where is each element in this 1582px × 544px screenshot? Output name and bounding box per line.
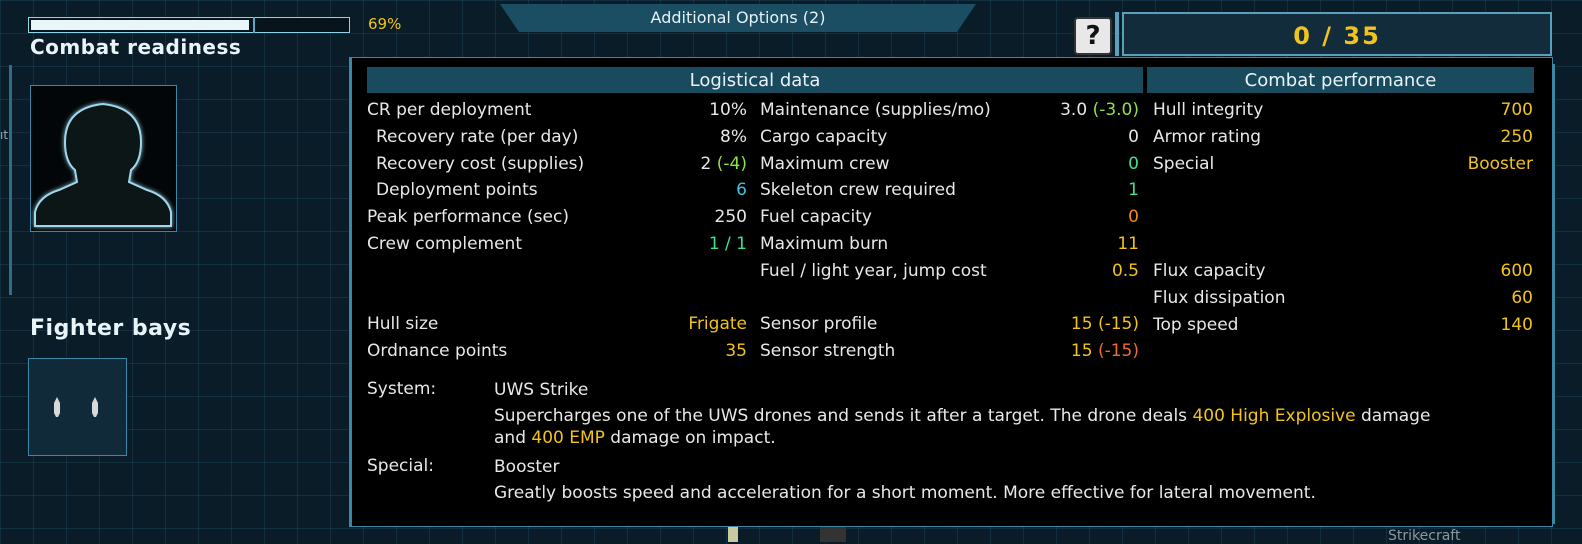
stat-value-main: 1 / 1 <box>708 234 747 254</box>
stat-value: 0 <box>760 153 1139 175</box>
stat-value-main: 15 <box>1070 340 1093 361</box>
system-desc-highlight: 400 EMP <box>531 428 605 448</box>
stat-value: 35 <box>367 340 747 362</box>
system-name: UWS Strike <box>494 380 589 400</box>
additional-options-count: (2) <box>802 8 826 27</box>
stat-value: 250 <box>367 206 747 228</box>
background-element <box>728 527 738 542</box>
panel-right-edge <box>1552 64 1555 524</box>
stat-value-main: 250 <box>1500 126 1533 147</box>
stat-value-main: 140 <box>1500 314 1533 335</box>
combat-readiness-fill <box>31 20 249 30</box>
combat-readiness-bar <box>28 17 350 33</box>
ordnance-counter: 0 / 35 <box>1122 12 1552 56</box>
stat-value: 0 <box>760 126 1139 148</box>
stat-value: 11 <box>760 233 1139 255</box>
edge-text: ıt <box>0 128 9 142</box>
silhouette-icon <box>34 102 172 227</box>
stat-value: 3.0 (-3.0) <box>760 99 1139 121</box>
stat-value-main: 60 <box>1511 287 1533 308</box>
system-desc-text: damage on impact. <box>604 428 776 448</box>
combat-readiness-marker <box>253 17 255 33</box>
stat-value: 2 (-4) <box>367 153 747 175</box>
stat-value-main: 3.0 <box>1060 100 1088 120</box>
system-description-line2: and 400 EMP damage on impact. <box>494 427 776 449</box>
system-desc-text: Supercharges one of the UWS drones and s… <box>494 406 1193 426</box>
stat-value-modifier: (-15) <box>1097 314 1139 334</box>
stat-value: 1 <box>760 179 1139 201</box>
stat-value: 700 <box>1153 99 1533 121</box>
officer-portrait[interactable] <box>30 85 177 232</box>
system-desc-text: damage <box>1355 406 1431 426</box>
logistical-data-header: Logistical data <box>367 67 1143 93</box>
stat-value-main: 10% <box>709 100 747 120</box>
stat-value: Frigate <box>367 313 747 335</box>
stat-value-modifier: (-4) <box>716 153 747 174</box>
fighter-icon <box>92 397 98 417</box>
stat-value: 0 <box>760 206 1139 228</box>
stat-value-main: 0 <box>1128 126 1139 147</box>
special-label: Special: <box>367 456 434 476</box>
system-desc-text: and <box>494 428 532 448</box>
stat-value: 60 <box>1153 287 1533 309</box>
stat-value-main: 8% <box>720 126 747 147</box>
stat-value: 140 <box>1153 314 1533 336</box>
stat-value-main: 1 <box>1128 180 1139 201</box>
stat-value-main: 0 <box>1128 207 1139 228</box>
stat-value-main: Booster <box>1467 153 1533 174</box>
stat-value-main: 15 <box>1070 314 1093 334</box>
fighter-bays-label: Fighter bays <box>30 316 192 341</box>
counter-left-bracket <box>1115 12 1119 56</box>
stat-value: 600 <box>1153 260 1533 282</box>
stat-value-modifier: (-15) <box>1097 340 1139 361</box>
ordnance-counter-text: 0 / 35 <box>1293 22 1381 50</box>
stat-value: 6 <box>367 179 747 201</box>
stat-value: 1 / 1 <box>367 233 747 255</box>
combat-performance-header: Combat performance <box>1147 67 1534 93</box>
stat-value-main: 2 <box>700 153 712 174</box>
combat-readiness-percent: 69% <box>368 15 402 33</box>
stat-value-main: 600 <box>1500 261 1533 281</box>
help-icon: ? <box>1085 21 1101 51</box>
additional-options-label: Additional Options <box>650 8 798 27</box>
stat-value: 8% <box>367 126 747 148</box>
combat-readiness-label: Combat readiness <box>30 35 242 59</box>
stat-value: 10% <box>367 99 747 121</box>
stat-value-main: 0 <box>1128 153 1139 174</box>
stat-value-main: 6 <box>736 180 747 201</box>
stat-value: 15 (-15) <box>760 313 1139 335</box>
left-edge-bar <box>9 65 12 295</box>
additional-options-tab[interactable]: Additional Options (2) <box>500 4 976 32</box>
stat-value-main: 35 <box>725 340 747 361</box>
stat-value-main: Frigate <box>688 314 747 334</box>
stat-value: 0.5 <box>760 260 1139 282</box>
stat-value-main: 11 <box>1117 234 1139 254</box>
stat-value: Booster <box>1153 153 1533 175</box>
system-description-line1: Supercharges one of the UWS drones and s… <box>494 405 1430 427</box>
stat-value: 15 (-15) <box>760 340 1139 362</box>
stat-value-main: 250 <box>714 207 747 228</box>
special-name: Booster <box>494 457 560 477</box>
background-element <box>820 527 846 542</box>
stat-value: 250 <box>1153 126 1533 148</box>
system-label: System: <box>367 379 437 399</box>
fighter-bay-slot[interactable] <box>28 358 127 456</box>
special-description: Greatly boosts speed and acceleration fo… <box>494 483 1316 503</box>
help-button[interactable]: ? <box>1074 17 1112 55</box>
fighter-icon <box>54 397 60 417</box>
stat-value-main: 700 <box>1500 100 1533 120</box>
stat-value-main: 0.5 <box>1111 260 1139 281</box>
system-desc-highlight: 400 High Explosive <box>1192 406 1356 426</box>
stat-value-modifier: (-3.0) <box>1092 100 1139 120</box>
